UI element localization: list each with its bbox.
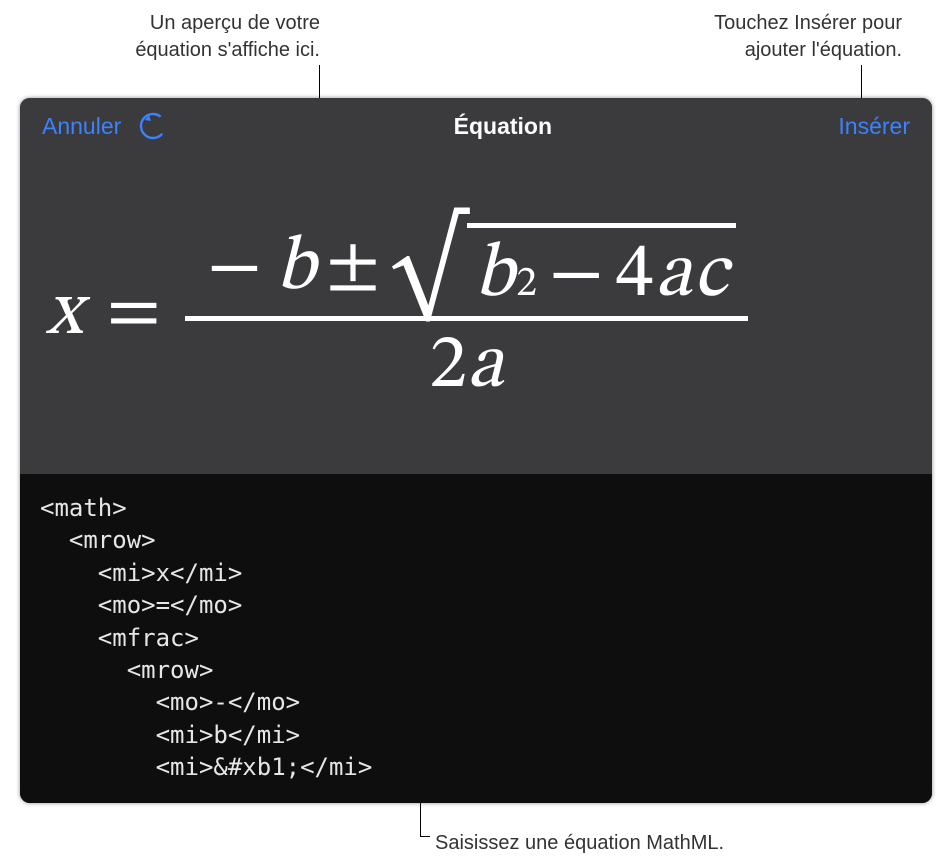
eq-exp-2: 2 bbox=[516, 264, 537, 306]
callout-insert: Touchez Insérer pourajouter l'équation. bbox=[714, 10, 902, 64]
eq-var-a: a bbox=[655, 238, 691, 314]
equation-dialog: Annuler Équation Insérer x = bbox=[20, 98, 932, 803]
cancel-button[interactable]: Annuler bbox=[42, 113, 121, 140]
equation-preview: x = − b ± √ b 2 bbox=[20, 154, 932, 474]
eq-var-x: x bbox=[46, 276, 82, 352]
eq-fraction: − b ± √ b 2 − 4 a bbox=[185, 221, 748, 407]
eq-var-c: c bbox=[694, 238, 728, 314]
eq-var-a2: a bbox=[467, 329, 503, 405]
callout-leader bbox=[420, 836, 430, 837]
eq-equals: = bbox=[106, 276, 161, 352]
callout-input: Saisissez une équation MathML. bbox=[435, 830, 724, 857]
callout-preview: Un aperçu de votreéquation s'affiche ici… bbox=[135, 10, 320, 64]
eq-radical: √ b 2 − 4 a c bbox=[390, 223, 735, 314]
eq-plusminus: ± bbox=[320, 231, 387, 307]
eq-minus-2: − bbox=[539, 238, 614, 314]
dialog-titlebar: Annuler Équation Insérer bbox=[20, 98, 932, 154]
insert-button[interactable]: Insérer bbox=[838, 113, 910, 140]
eq-minus: − bbox=[197, 231, 272, 307]
eq-num-2: 2 bbox=[429, 329, 467, 405]
sqrt-icon: √ bbox=[390, 233, 466, 310]
eq-var-b2: b bbox=[475, 238, 515, 314]
undo-icon[interactable] bbox=[139, 112, 167, 140]
mathml-editor[interactable]: <math> <mrow> <mi>x</mi> <mo>=</mo> <mfr… bbox=[20, 474, 932, 803]
eq-var-b: b bbox=[276, 231, 316, 307]
eq-num-4: 4 bbox=[616, 238, 654, 314]
dialog-title: Équation bbox=[454, 113, 552, 140]
